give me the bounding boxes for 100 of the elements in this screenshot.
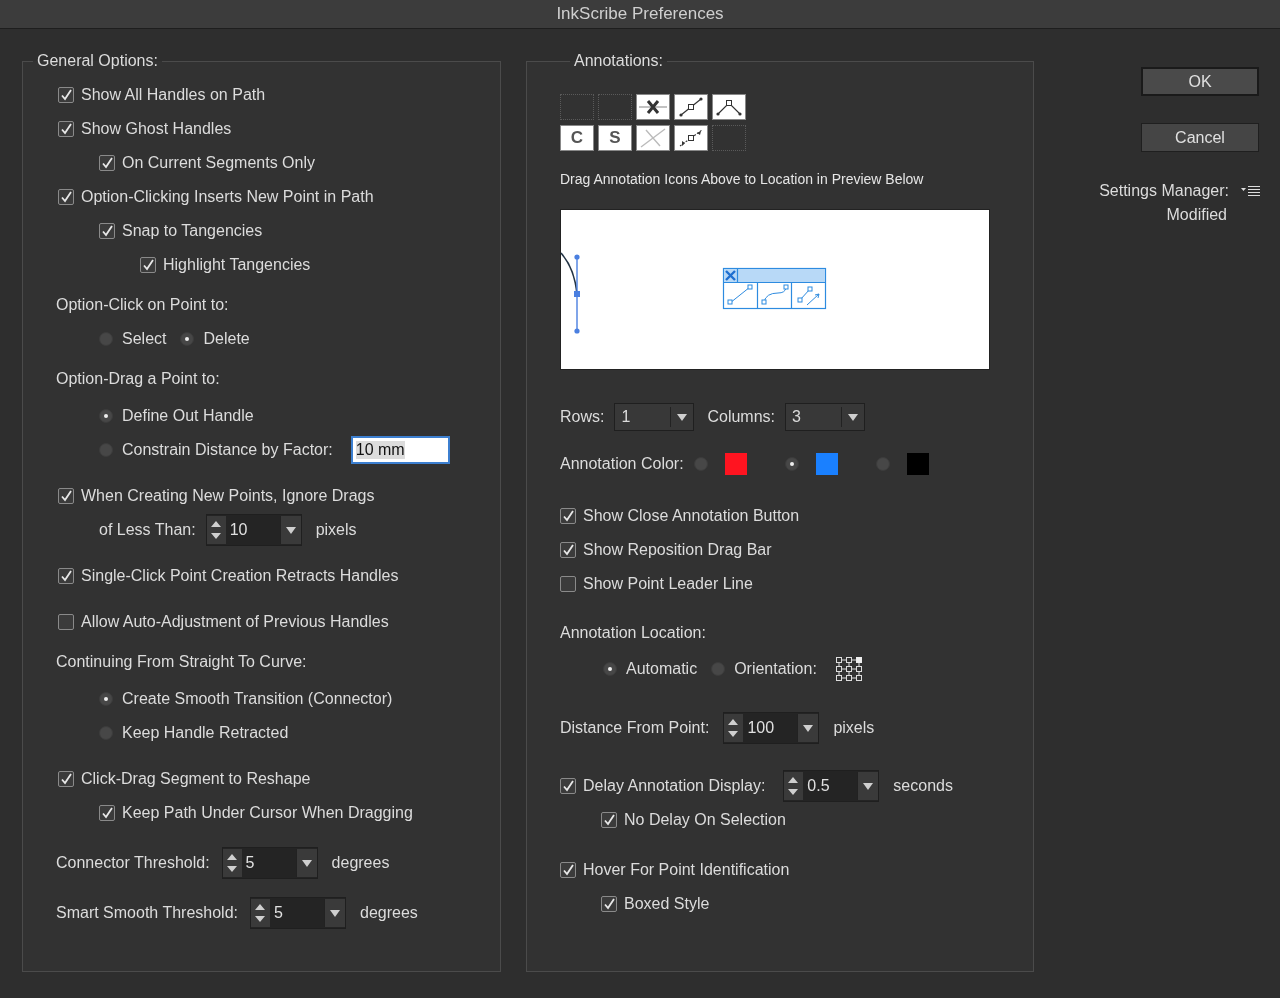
field-label: Connector Threshold: [56,854,210,872]
caret-icon [803,724,814,732]
stepper-control[interactable] [251,899,270,927]
empty-slot [560,94,594,120]
checkbox[interactable] [99,223,115,239]
stepper-control[interactable] [784,772,804,800]
window-title: InkScribe Preferences [556,4,724,24]
radio-button[interactable] [99,692,113,706]
annotation-tile[interactable]: C [560,125,594,151]
unit-label: pixels [315,521,357,539]
dropdown-button[interactable] [295,849,317,877]
unit-label: degrees [360,904,418,922]
settings-value: Modified [1166,206,1227,224]
option-label: Keep Handle Retracted [122,724,289,742]
checkbox[interactable] [560,508,576,524]
option-label: Show Point Leader Line [583,575,753,593]
dropdown-button[interactable] [279,516,301,544]
panel-title: General Options: [36,52,159,70]
checkbox[interactable] [601,896,617,912]
stepper-control[interactable] [724,714,744,742]
checkbox[interactable] [58,87,74,103]
empty-slot [598,94,632,120]
field-label: Rows: [560,408,605,426]
field-label: of Less Than: [99,521,196,539]
option-label: Constrain Distance by Factor: [122,441,333,459]
checkbox[interactable] [58,189,74,205]
unit-label: degrees [331,854,390,872]
dropdown[interactable]: 3 [785,403,866,431]
option-label: Click-Drag Segment to Reshape [81,770,311,788]
section-label: Option-Drag a Point to: [56,370,220,388]
radio-button[interactable] [99,409,113,423]
checkbox[interactable] [560,862,576,878]
radio-button[interactable] [784,457,799,471]
caret-icon [301,859,312,867]
option-label: Snap to Tangencies [122,222,263,240]
option-label: Create Smooth Transition (Connector) [122,690,393,708]
option-label: Show Close Annotation Button [583,507,800,525]
stepper-control[interactable] [222,849,242,877]
menu-icon[interactable] [1241,185,1261,197]
radio-button[interactable] [603,662,617,676]
option-label: No Delay On Selection [624,811,786,829]
section-label: Annotation Location: [560,624,706,642]
annotation-tile[interactable]: S [598,125,632,151]
option-label: When Creating New Points, Ignore Drags [81,487,375,505]
option-label: Highlight Tangencies [163,256,311,274]
checkbox[interactable] [58,614,74,630]
section-label: Option-Click on Point to: [56,296,229,314]
option-label: Select [122,330,167,348]
option-label: Single-Click Point Creation Retracts Handles [81,567,399,585]
checkbox[interactable] [560,542,576,558]
checkbox[interactable] [58,771,74,787]
input-field[interactable]: 10 mm [350,436,450,464]
dropdown-button[interactable] [797,714,819,742]
option-label: Automatic [626,660,698,678]
checkbox[interactable] [560,576,576,592]
settings-label: Settings Manager: [1099,182,1229,200]
option-label: Delete [203,330,250,348]
checkbox[interactable] [99,805,115,821]
radio-button[interactable] [180,332,195,346]
caret-icon [330,909,340,917]
close-tile-icon[interactable] [636,94,670,120]
option-label: Delay Annotation Display: [583,777,766,795]
stepper-control[interactable] [206,516,226,544]
corner-tile-icon[interactable] [712,94,746,120]
arrows-tile-icon[interactable] [674,125,708,151]
field-label: Columns: [707,408,776,426]
field-label: Distance From Point: [560,719,710,737]
segment-tile-icon[interactable] [674,94,708,120]
empty-slot [712,125,746,151]
option-label: Define Out Handle [122,407,254,425]
checkbox[interactable] [58,568,74,584]
unit-label: seconds [893,777,953,795]
option-label: Show Reposition Drag Bar [583,541,772,559]
checkbox[interactable] [601,812,617,828]
orientation-grid-icon[interactable] [834,656,863,682]
option-label: On Current Segments Only [122,154,315,172]
field-label: Smart Smooth Threshold: [56,904,238,922]
option-label: Show All Handles on Path [81,86,266,104]
option-label: Boxed Style [624,895,710,913]
option-label: Hover For Point Identification [583,861,790,879]
option-label: Orientation: [734,660,817,678]
caret-icon [285,526,296,534]
checkbox[interactable] [99,155,115,171]
caret-icon [863,782,874,790]
checkbox[interactable] [58,488,74,504]
caret-icon [848,413,859,421]
unit-label: pixels [833,719,875,737]
option-label: Allow Auto-Adjustment of Previous Handles [81,613,389,631]
dialog-button[interactable]: OK [1141,67,1259,96]
dropdown-button[interactable] [857,772,879,800]
caret-icon [677,413,688,421]
section-label: Continuing From Straight To Curve: [56,653,307,671]
checkbox[interactable] [560,778,576,794]
option-label: Keep Path Under Cursor When Dragging [122,804,413,822]
checkbox[interactable] [58,121,74,137]
dialog-button[interactable]: Cancel [1141,123,1259,152]
checkbox[interactable] [140,257,156,273]
panel-title: Annotations: [573,52,664,70]
dropdown-button[interactable] [324,899,345,927]
dropdown[interactable]: 1 [614,403,695,431]
